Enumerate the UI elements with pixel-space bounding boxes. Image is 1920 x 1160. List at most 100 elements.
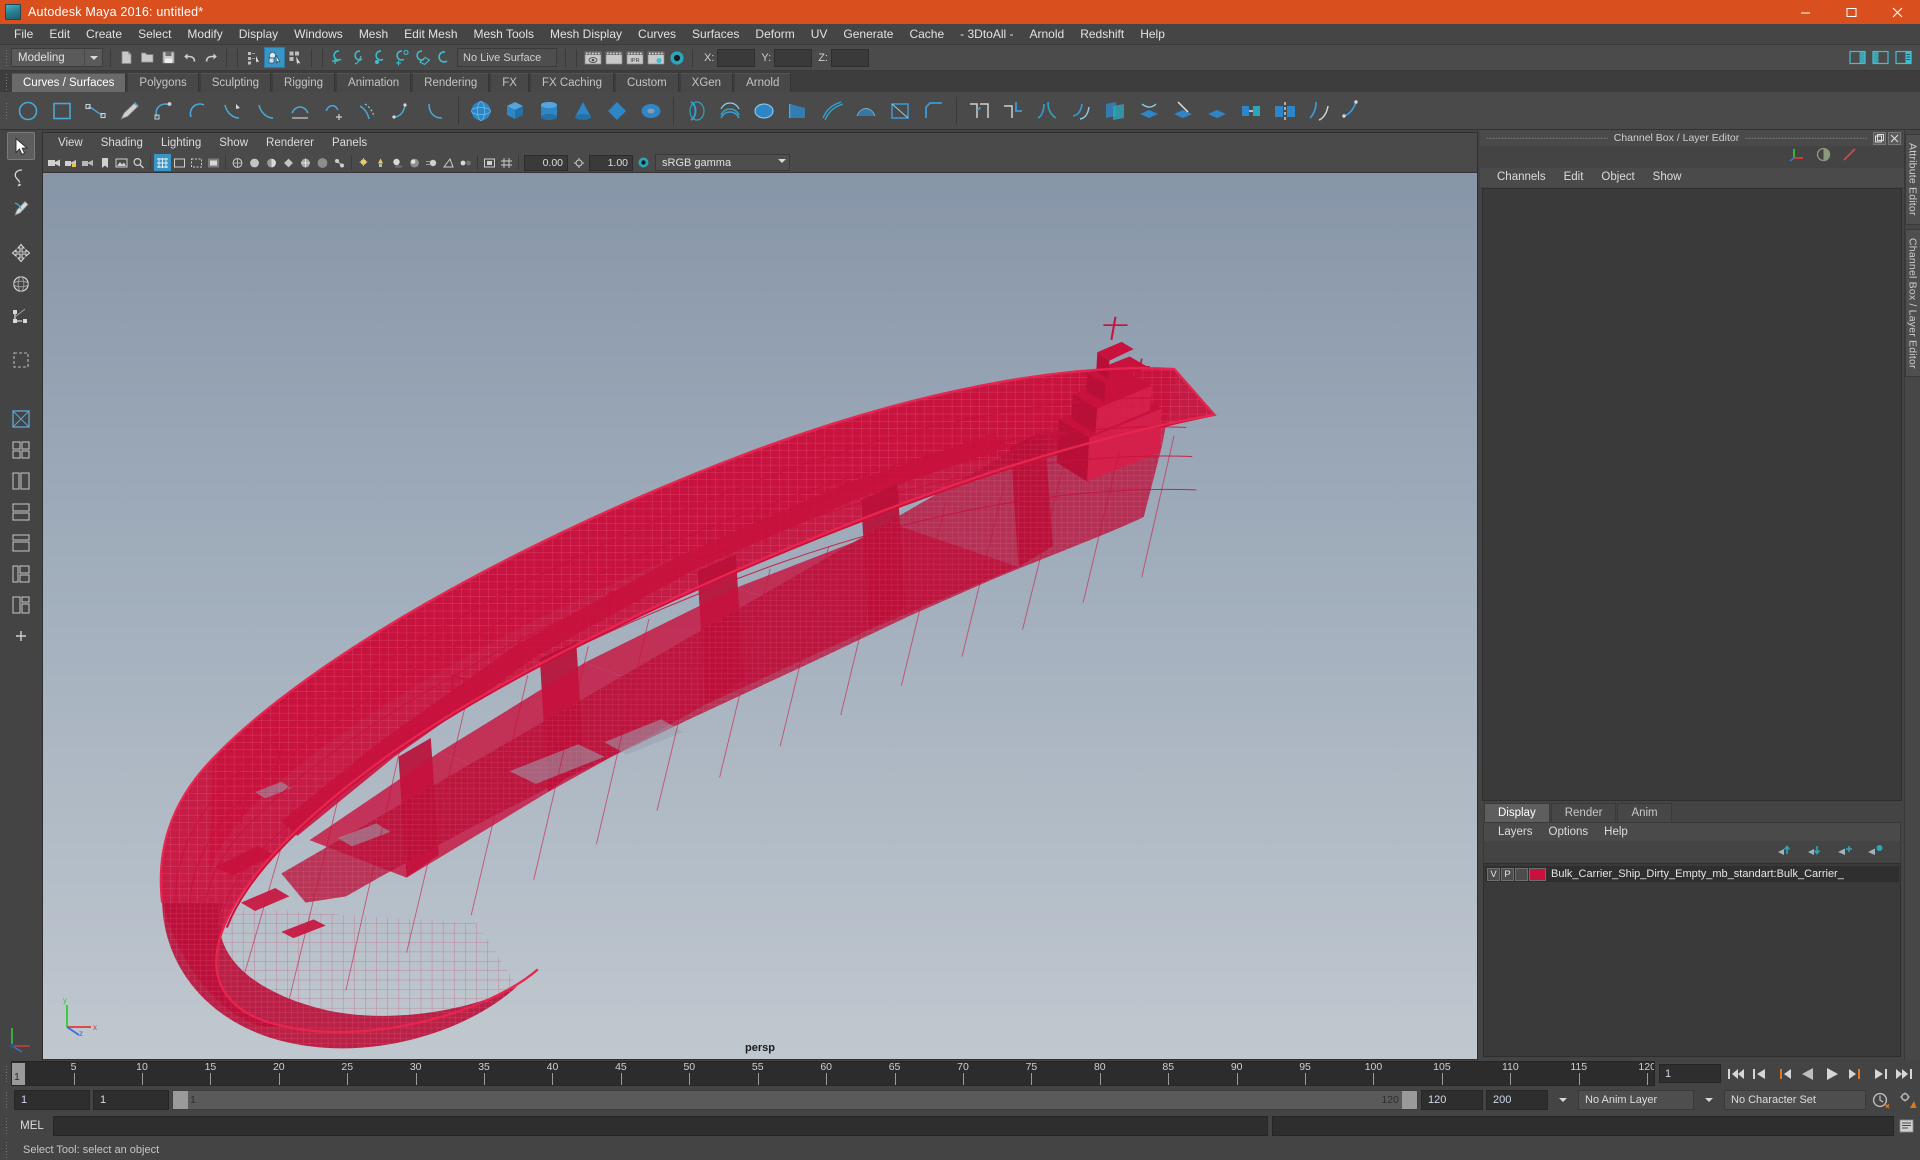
go-to-start-icon[interactable] [1725, 1063, 1747, 1085]
animation-preferences-icon[interactable] [1896, 1089, 1920, 1111]
surface-fillet-icon[interactable] [962, 94, 996, 128]
panel-drag-handle[interactable] [1486, 137, 1608, 139]
help-line-grip[interactable] [2, 1139, 11, 1160]
shelf-grip[interactable] [2, 71, 11, 92]
curve-attach-icon[interactable] [283, 94, 317, 128]
select-camera-icon[interactable] [45, 154, 62, 171]
show-transform-attributes-icon[interactable] [1789, 146, 1806, 168]
render-settings-icon[interactable] [645, 47, 666, 68]
ipr-render-icon[interactable]: IPR [624, 47, 645, 68]
shelf-tab-fx[interactable]: FX [490, 73, 529, 92]
exposure-icon[interactable] [570, 154, 587, 171]
range-slider[interactable]: 1 120 [172, 1090, 1418, 1110]
layer-tab-anim[interactable]: Anim [1617, 803, 1672, 822]
surface-attach-icon[interactable] [1234, 94, 1268, 128]
shelf-tab-xgen[interactable]: XGen [679, 73, 734, 92]
isolate-select-icon[interactable] [481, 154, 498, 171]
shelf-content-grip[interactable] [2, 94, 11, 128]
new-layer-icon[interactable] [1837, 843, 1854, 862]
menu-modify[interactable]: Modify [179, 24, 230, 45]
planar-icon[interactable] [747, 94, 781, 128]
ep-curve-tool-icon[interactable] [79, 94, 113, 128]
close-icon[interactable] [1874, 0, 1920, 24]
time-slider[interactable]: 5 10 15 20 25 30 35 40 45 50 55 60 65 70 75 80 85 90 95 100… [11, 1061, 1655, 1086]
gate-mask-icon[interactable] [205, 154, 222, 171]
shadows-icon[interactable] [389, 154, 406, 171]
anim-start-field[interactable]: 1 [14, 1090, 90, 1110]
smooth-shade-all-icon[interactable] [246, 154, 263, 171]
menu-3dtoall[interactable]: - 3DtoAll - [952, 24, 1021, 45]
menu-mesh-display[interactable]: Mesh Display [542, 24, 630, 45]
character-set-selector[interactable]: No Character Set [1724, 1090, 1866, 1110]
menu-mesh-tools[interactable]: Mesh Tools [466, 24, 542, 45]
color-management-selector[interactable]: sRGB gamma [655, 154, 790, 175]
shelf-tab-rigging[interactable]: Rigging [272, 73, 336, 92]
nurbs-circle-icon[interactable] [11, 94, 45, 128]
untrim-surfaces-icon[interactable] [1200, 94, 1234, 128]
extrude-icon[interactable] [781, 94, 815, 128]
command-language-label[interactable]: MEL [11, 1120, 53, 1132]
curve-rebuild-icon[interactable] [385, 94, 419, 128]
shelf-tab-sculpting[interactable]: Sculpting [199, 73, 272, 92]
layer-visibility-toggle[interactable]: V [1487, 867, 1500, 881]
menu-uv[interactable]: UV [803, 24, 836, 45]
anim-layer-selector[interactable]: No Anim Layer [1578, 1090, 1694, 1110]
step-back-frame-icon[interactable] [1749, 1063, 1771, 1085]
curve-cv-icon[interactable] [215, 94, 249, 128]
layer-menu-layers[interactable]: Layers [1490, 823, 1541, 842]
persp-graph-editor-layout-icon[interactable] [7, 498, 35, 526]
move-layer-up-icon[interactable] [1777, 843, 1794, 862]
step-back-key-icon[interactable] [1773, 1063, 1795, 1085]
show-hide-render-view-icon[interactable] [582, 47, 603, 68]
channel-box-content[interactable] [1482, 188, 1902, 801]
layer-tab-display[interactable]: Display [1484, 803, 1550, 822]
status-line-grip[interactable] [2, 47, 11, 69]
menu-surfaces[interactable]: Surfaces [684, 24, 747, 45]
auto-keyframe-icon[interactable] [1869, 1089, 1893, 1111]
move-tool[interactable] [7, 239, 35, 267]
new-layer-from-selected-icon[interactable] [1867, 843, 1884, 862]
paint-select-tool[interactable] [7, 194, 35, 222]
grid-icon[interactable] [154, 154, 171, 171]
lock-camera-icon[interactable] [62, 154, 79, 171]
range-left-handle[interactable] [173, 1091, 188, 1109]
hypershade-persp-layout-icon[interactable] [7, 529, 35, 557]
birail-icon[interactable] [815, 94, 849, 128]
nurbs-square-icon[interactable] [45, 94, 79, 128]
show-attribute-editor-icon[interactable] [1847, 47, 1868, 68]
last-tool-used[interactable] [7, 346, 35, 374]
menu-arnold[interactable]: Arnold [1022, 24, 1073, 45]
snap-to-projected-center-icon[interactable] [391, 47, 412, 68]
script-editor-icon[interactable] [1894, 1115, 1920, 1137]
range-slider-grip[interactable] [2, 1089, 11, 1111]
perspective-viewport[interactable]: y x z persp [43, 173, 1477, 1059]
save-scene-icon[interactable] [158, 47, 179, 68]
snap-to-curve-icon[interactable] [349, 47, 370, 68]
viewport-menu-shading[interactable]: Shading [92, 133, 152, 153]
circular-fillet-icon[interactable] [996, 94, 1030, 128]
menu-select[interactable]: Select [130, 24, 179, 45]
shelf-tab-animation[interactable]: Animation [336, 73, 412, 92]
show-tool-settings-icon[interactable] [1870, 47, 1891, 68]
menu-file[interactable]: File [6, 24, 41, 45]
viewport-menu-renderer[interactable]: Renderer [257, 133, 323, 153]
x-input[interactable] [717, 48, 756, 67]
menu-windows[interactable]: Windows [286, 24, 351, 45]
curve-fillet-icon[interactable] [249, 94, 283, 128]
xray-icon[interactable] [314, 154, 331, 171]
list-item[interactable]: V P Bulk_Carrier_Ship_Dirty_Empty_mb_sta… [1485, 866, 1899, 882]
nurbs-sphere-icon[interactable] [464, 94, 498, 128]
xray-joints-icon[interactable] [331, 154, 348, 171]
toggle-hypershade-icon[interactable] [666, 47, 687, 68]
menu-cache[interactable]: Cache [901, 24, 952, 45]
range-end-field[interactable]: 120 [1421, 1090, 1483, 1110]
fillet-blend-icon[interactable] [1064, 94, 1098, 128]
curve-detach-icon[interactable] [317, 94, 351, 128]
time-slider-grip[interactable] [2, 1063, 11, 1085]
move-layer-down-icon[interactable] [1807, 843, 1824, 862]
menu-create[interactable]: Create [78, 24, 130, 45]
outliner-persp-layout-icon[interactable] [7, 467, 35, 495]
menu-edit[interactable]: Edit [41, 24, 78, 45]
two-point-circular-arc-icon[interactable] [147, 94, 181, 128]
command-input[interactable] [53, 1116, 1268, 1136]
